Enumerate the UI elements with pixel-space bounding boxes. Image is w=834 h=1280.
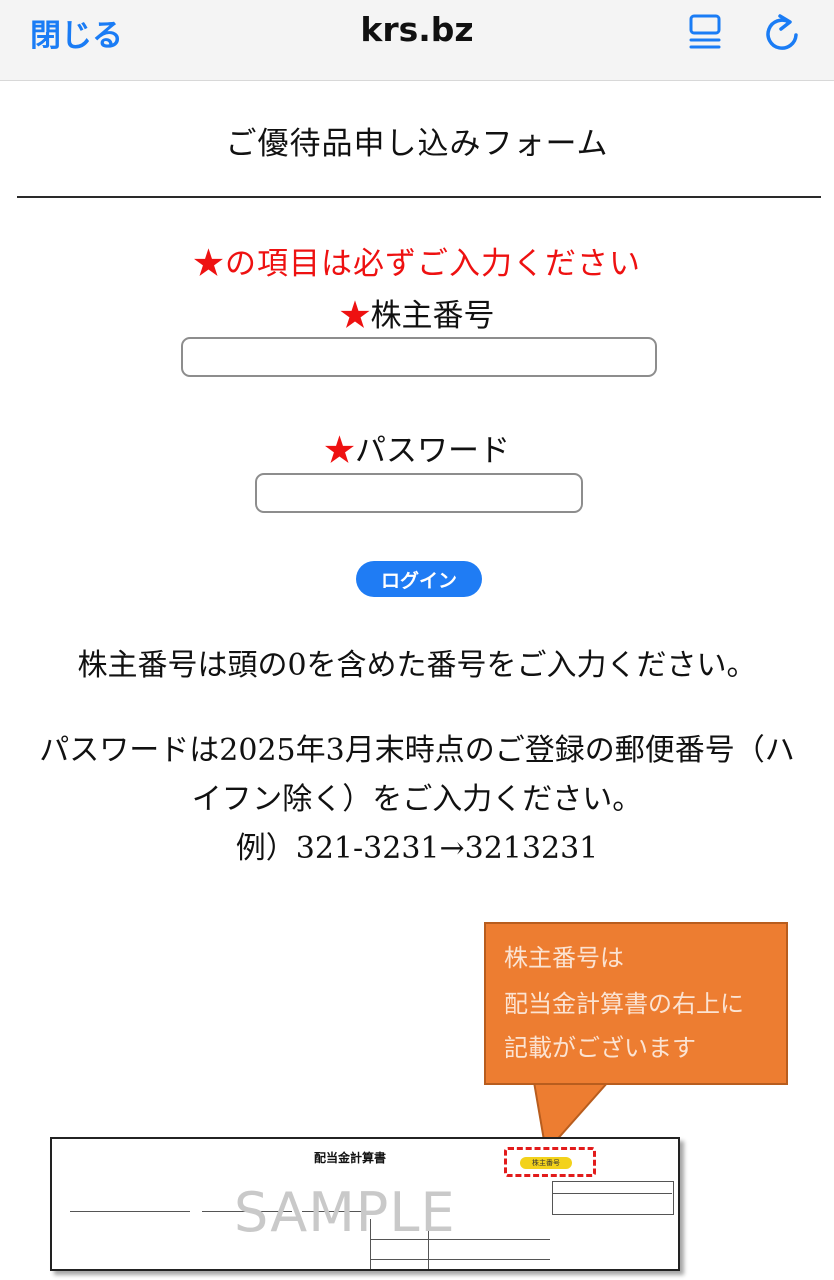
title-divider — [17, 196, 821, 198]
required-fields-note: ★の項目は必ずご入力ください — [193, 246, 641, 282]
sample-watermark: SAMPLE — [234, 1181, 456, 1244]
shareholder-number-label: ★株主番号 — [0, 290, 834, 335]
required-star: ★ — [324, 433, 355, 469]
password-label-text: パスワード — [355, 433, 510, 469]
password-label: ★パスワード — [0, 425, 834, 470]
form-line — [552, 1193, 672, 1194]
password-example: 例）321-3231→3213231 — [235, 831, 599, 866]
password-input[interactable] — [255, 473, 583, 513]
password-instruction-line1: パスワードは2025年3月末時点のご登録の郵便番号（ハ — [39, 733, 795, 768]
form-line — [70, 1211, 190, 1212]
shareholder-number-badge: 株主番号 — [520, 1157, 572, 1169]
shareholder-number-input[interactable] — [181, 337, 657, 377]
form-title: ご優待品申し込みフォーム — [225, 126, 609, 162]
callout-line-3: 記載がございます — [504, 1034, 696, 1062]
reload-icon[interactable] — [765, 13, 801, 51]
shareholder-number-label-text: 株主番号 — [370, 298, 495, 334]
password-instruction-line2: イフン除く）をご入力ください。 — [191, 782, 643, 817]
shareholder-number-instruction: 株主番号は頭の0を含めた番号をご入力ください。 — [77, 648, 757, 683]
browser-top-bar: 閉じる krs.bz — [0, 0, 834, 81]
callout-box: 株主番号は 配当金計算書の右上に 記載がございます — [484, 922, 788, 1085]
reader-list-icon[interactable] — [688, 13, 722, 51]
form-line — [370, 1259, 550, 1260]
statement-title: 配当金計算書 — [314, 1151, 387, 1165]
callout-line-2: 配当金計算書の右上に — [504, 990, 744, 1018]
payment-amount-box — [552, 1181, 674, 1215]
sample-dividend-statement-image: 配当金計算書 SAMPLE 株主番号 — [50, 1137, 680, 1271]
required-star: ★ — [339, 298, 371, 334]
callout-line-1: 株主番号は — [504, 944, 624, 972]
login-button[interactable]: ログイン — [356, 561, 482, 597]
